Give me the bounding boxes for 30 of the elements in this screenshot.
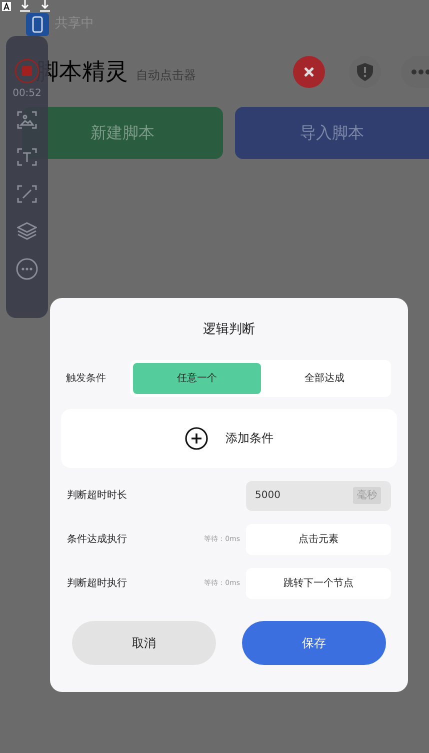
field-label: 触发条件	[65, 372, 107, 386]
layers-icon[interactable]	[17, 221, 37, 241]
download-icon	[19, 0, 31, 12]
unit-label: 毫秒	[353, 487, 381, 504]
timeout-value: 5000	[255, 489, 282, 503]
more-icon[interactable]	[16, 258, 38, 280]
app-title: 脚本精灵	[36, 58, 128, 87]
close-icon	[303, 66, 315, 78]
segment-option[interactable]: 任意一个	[133, 362, 260, 394]
dialog-button[interactable]: 取消	[72, 620, 216, 664]
field-label: 判断超时时长	[66, 488, 128, 503]
action-select[interactable]: 点击元素	[246, 524, 391, 554]
download-icon	[39, 0, 51, 12]
shield-alert-icon	[357, 63, 373, 81]
image-scan-icon[interactable]	[17, 110, 37, 130]
more-icon	[411, 69, 429, 75]
dialog-title: 逻辑判断	[203, 321, 255, 339]
close-button[interactable]	[293, 56, 325, 88]
action-select[interactable]: 跳转下一个节点	[246, 568, 391, 598]
app-notification-icon	[2, 2, 11, 10]
timeout-field[interactable]: 5000 毫秒	[246, 480, 391, 510]
field-label: 条件达成执行	[66, 532, 128, 546]
plus-circle-icon	[184, 426, 208, 450]
add-condition-button[interactable]: 添加条件	[61, 408, 397, 468]
field-label: 判断超时执行	[66, 576, 128, 590]
phone-icon	[26, 12, 49, 36]
recording-timer: 00:52	[12, 87, 42, 101]
dialog-button[interactable]: 保存	[242, 620, 386, 664]
text-scan-icon[interactable]	[17, 147, 37, 167]
region-scan-icon[interactable]	[17, 184, 37, 204]
